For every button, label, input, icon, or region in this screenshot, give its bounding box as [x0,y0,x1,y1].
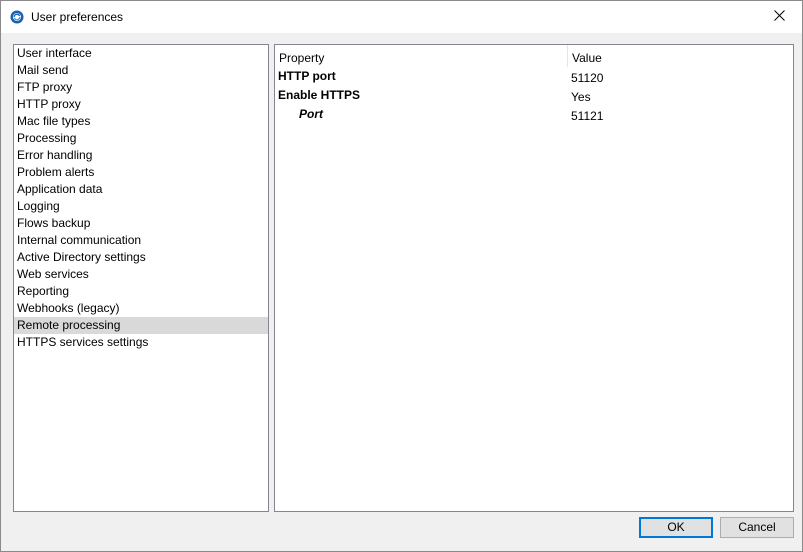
nav-item-application-data[interactable]: Application data [14,181,268,198]
close-button[interactable] [756,1,802,33]
nav-item-web-services[interactable]: Web services [14,266,268,283]
property-value-http-port[interactable]: 51120 [571,71,603,85]
category-list[interactable]: User interface Mail send FTP proxy HTTP … [13,44,269,512]
nav-item-logging[interactable]: Logging [14,198,268,215]
nav-item-internal-communication[interactable]: Internal communication [14,232,268,249]
nav-item-reporting[interactable]: Reporting [14,283,268,300]
nav-item-user-interface[interactable]: User interface [14,45,268,62]
circular-arrows-app-icon [10,10,24,24]
nav-item-active-directory-settings[interactable]: Active Directory settings [14,249,268,266]
ok-button[interactable]: OK [639,517,713,538]
nav-item-problem-alerts[interactable]: Problem alerts [14,164,268,181]
property-value-port[interactable]: 51121 [571,109,603,123]
window-title: User preferences [31,10,124,24]
column-divider[interactable] [567,45,568,67]
nav-item-mail-send[interactable]: Mail send [14,62,268,79]
column-header-property[interactable]: Property [279,51,324,65]
nav-item-http-proxy[interactable]: HTTP proxy [14,96,268,113]
cancel-button[interactable]: Cancel [720,517,794,538]
property-name-port[interactable]: Port [299,107,323,121]
grid-header: Property Value [275,45,793,67]
nav-item-processing[interactable]: Processing [14,130,268,147]
property-value-enable-https[interactable]: Yes [571,90,591,104]
property-name-enable-https[interactable]: Enable HTTPS [278,88,360,102]
property-name-http-port[interactable]: HTTP port [278,69,336,83]
nav-item-remote-processing[interactable]: Remote processing [14,317,268,334]
nav-item-ftp-proxy[interactable]: FTP proxy [14,79,268,96]
nav-item-flows-backup[interactable]: Flows backup [14,215,268,232]
nav-item-error-handling[interactable]: Error handling [14,147,268,164]
column-header-value[interactable]: Value [572,51,602,65]
close-icon [773,10,785,24]
nav-item-mac-file-types[interactable]: Mac file types [14,113,268,130]
nav-item-https-services-settings[interactable]: HTTPS services settings [14,334,268,351]
nav-item-webhooks-legacy[interactable]: Webhooks (legacy) [14,300,268,317]
property-grid: Property Value HTTP port 51120 Enable HT… [274,44,794,512]
title-bar: User preferences [1,1,802,33]
preferences-dialog: User preferences User interface Mail sen… [0,0,803,552]
